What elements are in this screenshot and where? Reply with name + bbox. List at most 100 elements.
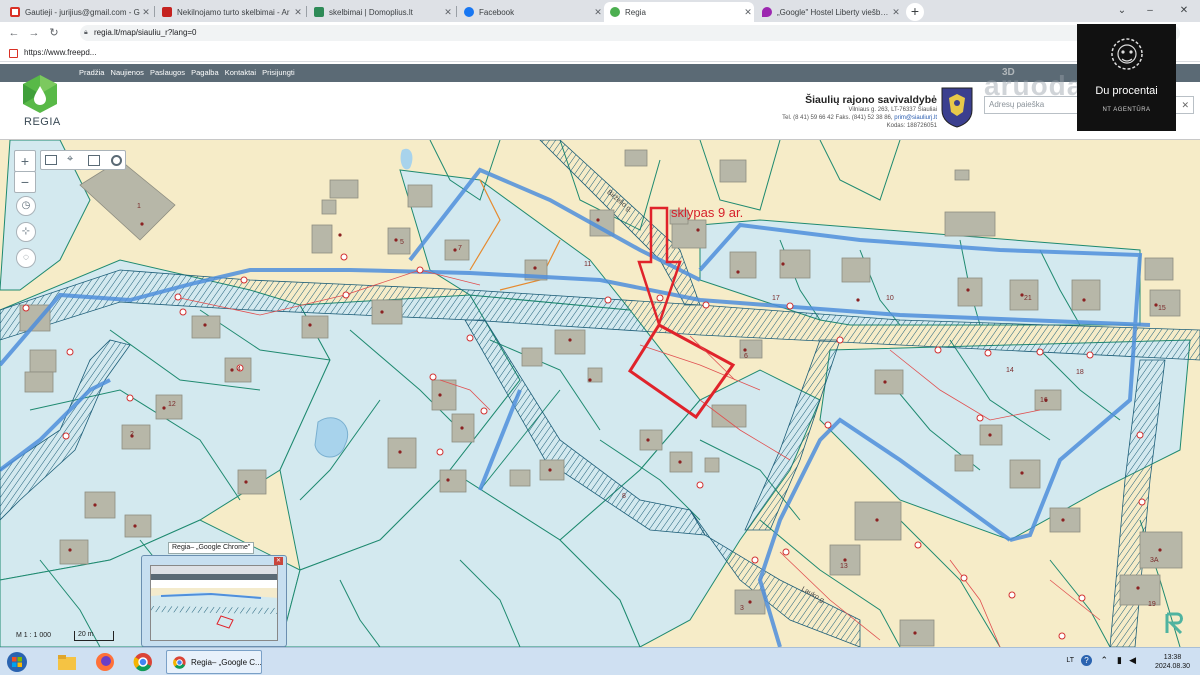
- parcel-number: 2: [130, 431, 134, 438]
- back-icon[interactable]: ←: [6, 25, 22, 41]
- tab-gmail[interactable]: Gautieji - jurijius@gmail.com - G ✕: [4, 2, 152, 22]
- chrome-icon: [173, 656, 186, 669]
- municipality-email[interactable]: prim@siauliurj.lt: [894, 115, 937, 121]
- preview-title: Regia– „Google Chrome": [168, 542, 255, 554]
- agency-subtitle: NT AGENTŪRA: [1102, 107, 1151, 113]
- help-icon[interactable]: ?: [1081, 655, 1092, 666]
- coat-of-arms-icon: [941, 87, 973, 128]
- municipality-code: Kodas: 188726051: [886, 123, 937, 129]
- parcel-annotation: sklypas 9 ar.: [671, 205, 744, 220]
- language-indicator[interactable]: LT: [1066, 657, 1074, 664]
- network-icon[interactable]: ▮: [1117, 655, 1122, 666]
- nav-link-news[interactable]: Naujienos: [111, 68, 144, 77]
- regia-logo-icon[interactable]: [21, 74, 59, 114]
- close-window-button[interactable]: ✕: [1170, 2, 1198, 20]
- file-explorer-icon[interactable]: [56, 652, 78, 672]
- clock-icon[interactable]: ◷: [16, 196, 36, 216]
- close-icon[interactable]: ✕: [890, 7, 902, 18]
- nav-link-login[interactable]: Prisijungti: [262, 68, 295, 77]
- nav-link-help[interactable]: Pagalba: [191, 68, 219, 77]
- marker-icon[interactable]: ⌖: [67, 153, 73, 166]
- lion-emblem-icon: [1111, 38, 1143, 70]
- system-clock[interactable]: 13:38 2024.08.30: [1155, 653, 1190, 671]
- export-icon[interactable]: [88, 155, 100, 166]
- regia-r-icon: [1165, 612, 1183, 635]
- regia-logo-text: REGIA: [24, 116, 61, 128]
- close-icon[interactable]: ✕: [292, 7, 304, 18]
- close-icon[interactable]: ✕: [442, 7, 454, 18]
- chrome-icon[interactable]: [132, 652, 154, 672]
- tab-aruodas[interactable]: Nekilnojamo turto skelbimai - Ar ✕: [156, 2, 304, 22]
- tab-facebook[interactable]: Facebook ✕: [458, 2, 604, 22]
- site-info-icon[interactable]: 🔒︎: [84, 25, 88, 41]
- tab-title: Gautieji - jurijius@gmail.com - G: [25, 7, 140, 17]
- agency-name: Du procentai: [1095, 85, 1158, 97]
- 3d-badge[interactable]: 3D: [1002, 67, 1015, 78]
- zoom-out-button[interactable]: −: [14, 171, 36, 193]
- taskbar-app-label: Regia– „Google C...: [191, 658, 262, 667]
- parcel-number: 5: [400, 239, 404, 246]
- tab-domoplius[interactable]: skelbimai | Domoplius.lt ✕: [308, 2, 454, 22]
- close-icon[interactable]: ✕: [140, 7, 152, 18]
- ruler-icon[interactable]: [45, 155, 57, 165]
- volume-icon[interactable]: ◀: [1129, 655, 1136, 666]
- tab-regia[interactable]: Regia ✕: [604, 2, 754, 22]
- search-placeholder: Adresų paieška: [989, 100, 1045, 109]
- tab-title: Facebook: [479, 7, 515, 17]
- preview-close-icon[interactable]: ✕: [274, 557, 283, 565]
- map-toolbar: ⌖: [40, 150, 126, 170]
- tab-google-maps[interactable]: „Google" Hostel Liberty viešbučio ✕: [756, 2, 902, 22]
- reload-icon[interactable]: ↻: [46, 25, 62, 41]
- preview-image: [150, 565, 278, 641]
- gmail-icon: [10, 7, 20, 17]
- tab-title: skelbimai | Domoplius.lt: [329, 7, 413, 17]
- nav-link-services[interactable]: Paslaugos: [150, 68, 185, 77]
- tray-expand-icon[interactable]: ⌃: [1100, 655, 1108, 666]
- firefox-icon[interactable]: [94, 652, 116, 672]
- new-tab-button[interactable]: +: [906, 3, 924, 21]
- url-input[interactable]: 🔒︎ regia.lt/map/siauliu_r?lang=0: [80, 25, 1180, 41]
- target-icon[interactable]: [111, 155, 122, 166]
- parcel-number: 21: [1024, 295, 1032, 302]
- domoplius-icon: [314, 7, 324, 17]
- url-text: regia.lt/map/siauliu_r?lang=0: [94, 28, 197, 37]
- nav-link-home[interactable]: Pradžia: [79, 68, 104, 77]
- zoom-in-button[interactable]: +: [14, 150, 36, 172]
- clear-icon[interactable]: ✕: [1181, 97, 1189, 113]
- parcel-number: 16: [1040, 397, 1048, 404]
- close-icon[interactable]: ✕: [742, 7, 754, 18]
- municipality-contacts: Tel. (8 41) 59 66 42 Faks. (841) 52 38 8…: [782, 114, 937, 122]
- parcel-number: 6: [744, 353, 748, 360]
- parcel-number: 3A: [1150, 557, 1159, 564]
- lasso-icon[interactable]: ◌: [16, 248, 36, 268]
- parcel-number: 1: [137, 203, 141, 210]
- bookmarks-bar: https://www.freepd...: [0, 44, 1200, 62]
- scale-ratio: M 1 : 1 000: [16, 632, 52, 639]
- forward-icon[interactable]: →: [26, 25, 42, 41]
- clock-time: 13:38: [1163, 654, 1182, 661]
- parcel-number: 10: [886, 295, 894, 302]
- parcel-number: 12: [168, 401, 176, 408]
- parcel-number: 4: [237, 366, 241, 373]
- parcel-number: 14: [1006, 367, 1014, 374]
- parcel-number: 19: [1148, 601, 1156, 608]
- agency-logo-overlay: Du procentai NT AGENTŪRA: [1077, 24, 1176, 131]
- close-icon[interactable]: ✕: [592, 7, 604, 18]
- start-button-icon[interactable]: [6, 652, 28, 672]
- parcel-number: 13: [840, 563, 848, 570]
- parcel-number: 3: [740, 605, 744, 612]
- taskbar-chrome-window[interactable]: Regia– „Google C...: [166, 650, 262, 674]
- bookmark-item[interactable]: https://www.freepd...: [24, 44, 96, 62]
- facebook-icon: [464, 7, 474, 17]
- scale-bar: 20 m: [74, 631, 114, 641]
- nav-link-contacts[interactable]: Kontaktai: [225, 68, 256, 77]
- clock-date: 2024.08.30: [1154, 663, 1190, 670]
- window-preview[interactable]: ✕: [141, 555, 287, 647]
- parcel-number: 15: [1158, 305, 1166, 312]
- parcel-number: 8: [622, 493, 626, 500]
- minimize-button[interactable]: –: [1136, 2, 1164, 20]
- municipality-phone: Tel. (8 41) 59 66 42 Faks. (841) 52 38 8…: [782, 115, 893, 121]
- tab-search-button[interactable]: ⌄: [1108, 2, 1136, 20]
- locate-icon[interactable]: ⊹: [16, 222, 36, 242]
- parcel-number: 17: [772, 295, 780, 302]
